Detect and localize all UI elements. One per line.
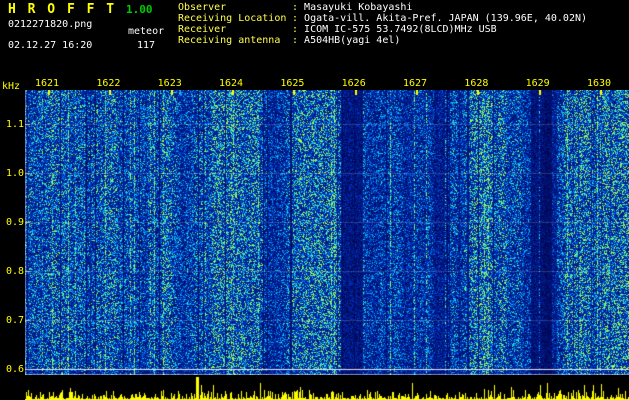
time-tick-label: 1622	[96, 78, 121, 89]
hrofft-window: H R O F F T 1.00 0212271820.png meteor 0…	[0, 0, 629, 400]
time-tick-label: 1627	[402, 78, 428, 89]
info-label: Observer	[178, 2, 227, 13]
freq-tick-label: 0.9	[6, 217, 25, 228]
time-tick-label: 1626	[341, 78, 366, 89]
info-colon: :	[292, 2, 305, 13]
freq-tick-label: 0.6	[6, 364, 25, 375]
station-info-row: Observer: Masayuki Kobayashi	[178, 2, 587, 13]
echo-count: 117	[137, 40, 156, 51]
info-colon: :	[292, 24, 305, 35]
info-value: Ogata-vill. Akita-Pref. JAPAN (139.96E, …	[304, 13, 588, 24]
frequency-axis: 1.1 1.0 0.9 0.8 0.7 0.6	[0, 0, 25, 400]
time-tick-label: 1628	[464, 78, 489, 89]
info-value: Masayuki Kobayashi	[304, 2, 413, 13]
time-axis: 1621 1622 1623 1624 1625 1626 1627 1628 1629 1630	[0, 78, 629, 90]
time-tick-label: 1630	[586, 78, 612, 89]
freq-tick-label: 1.0	[6, 168, 25, 179]
time-tick-label: 1621	[35, 78, 60, 89]
station-info-row: Receiving antenna: A504HB(yagi 4el)	[178, 35, 587, 46]
freq-tick-label: 0.7	[6, 315, 25, 326]
info-colon: :	[292, 13, 305, 24]
freq-tick-label: 0.8	[6, 266, 25, 277]
mode-label: meteor	[128, 26, 165, 37]
time-tick-label: 1624	[218, 78, 244, 89]
info-label: Receiving Location	[178, 13, 287, 24]
info-value: A504HB(yagi 4el)	[304, 35, 401, 46]
time-tick-label: 1625	[280, 78, 305, 89]
info-value: ICOM IC-575 53.7492(8LCD)MHz USB	[304, 24, 497, 35]
info-label: Receiving antenna	[178, 35, 281, 46]
freq-tick-label: 1.1	[6, 119, 25, 130]
time-tick-label: 1629	[525, 78, 550, 89]
info-label: Receiver	[178, 24, 227, 35]
spectrogram-canvas	[25, 90, 629, 375]
station-info-row: Receiver: ICOM IC-575 53.7492(8LCD)MHz U…	[178, 24, 587, 35]
app-version: 1.00	[126, 3, 153, 16]
station-info-row: Receiving Location: Ogata-vill. Akita-Pr…	[178, 13, 587, 24]
time-tick-label: 1623	[157, 78, 182, 89]
signal-level-meter	[25, 375, 629, 400]
info-colon: :	[292, 35, 305, 46]
station-info: Observer: Masayuki Kobayashi Receiving Lo…	[178, 2, 587, 46]
